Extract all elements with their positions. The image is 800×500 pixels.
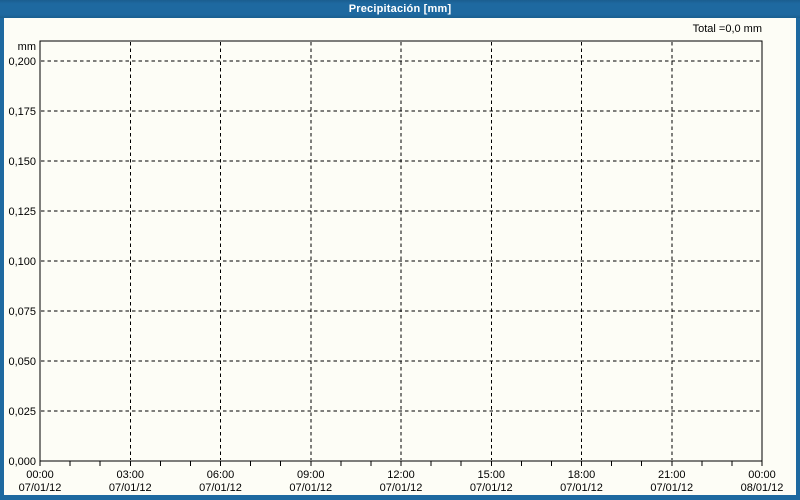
y-tick-label: 0,150 <box>8 156 36 168</box>
window-border-right <box>796 18 800 500</box>
chart-title: Precipitación [mm] <box>348 3 452 15</box>
x-tick-time-label: 21:00 <box>658 469 686 481</box>
x-tick-time-label: 06:00 <box>207 469 235 481</box>
x-tick-date-label: 07/01/12 <box>199 482 242 494</box>
x-tick-date-label: 07/01/12 <box>560 482 603 494</box>
y-tick-label: 0,100 <box>8 256 36 268</box>
chart-title-bar: Precipitación [mm] <box>0 0 800 18</box>
x-tick-time-label: 03:00 <box>116 469 144 481</box>
y-axis-unit-label: mm <box>18 41 36 53</box>
x-tick-time-label: 15:00 <box>477 469 505 481</box>
x-tick-date-label: 07/01/12 <box>650 482 693 494</box>
x-tick-date-label: 07/01/12 <box>109 482 152 494</box>
x-tick-time-label: 00:00 <box>26 469 54 481</box>
x-tick-time-label: 12:00 <box>387 469 415 481</box>
y-tick-label: 0,050 <box>8 356 36 368</box>
y-tick-label: 0,025 <box>8 406 36 418</box>
x-tick-time-label: 18:00 <box>568 469 596 481</box>
y-tick-label: 0,075 <box>8 306 36 318</box>
x-tick-time-label: 00:00 <box>748 469 776 481</box>
x-tick-date-label: 07/01/12 <box>470 482 513 494</box>
x-tick-date-label: 08/01/12 <box>741 482 784 494</box>
x-tick-date-label: 07/01/12 <box>289 482 332 494</box>
y-tick-label: 0,175 <box>8 106 36 118</box>
total-annotation: Total =0,0 mm <box>692 23 762 35</box>
precipitation-chart-window: mm 0,200 0,175 0,150 0,125 0,100 0,075 0,050 0,0… <box>0 0 800 500</box>
window-border-left <box>0 18 4 500</box>
x-tick-date-label: 07/01/12 <box>19 482 62 494</box>
window-border-bottom <box>0 495 800 500</box>
y-tick-label: 0,200 <box>8 56 36 68</box>
x-tick-time-label: 09:00 <box>297 469 325 481</box>
y-tick-label: 0,125 <box>8 206 36 218</box>
chart-plot-area: mm 0,200 0,175 0,150 0,125 0,100 0,075 0,050 0,0… <box>8 40 784 494</box>
y-tick-label: 0,000 <box>8 456 36 468</box>
x-tick-date-label: 07/01/12 <box>380 482 423 494</box>
